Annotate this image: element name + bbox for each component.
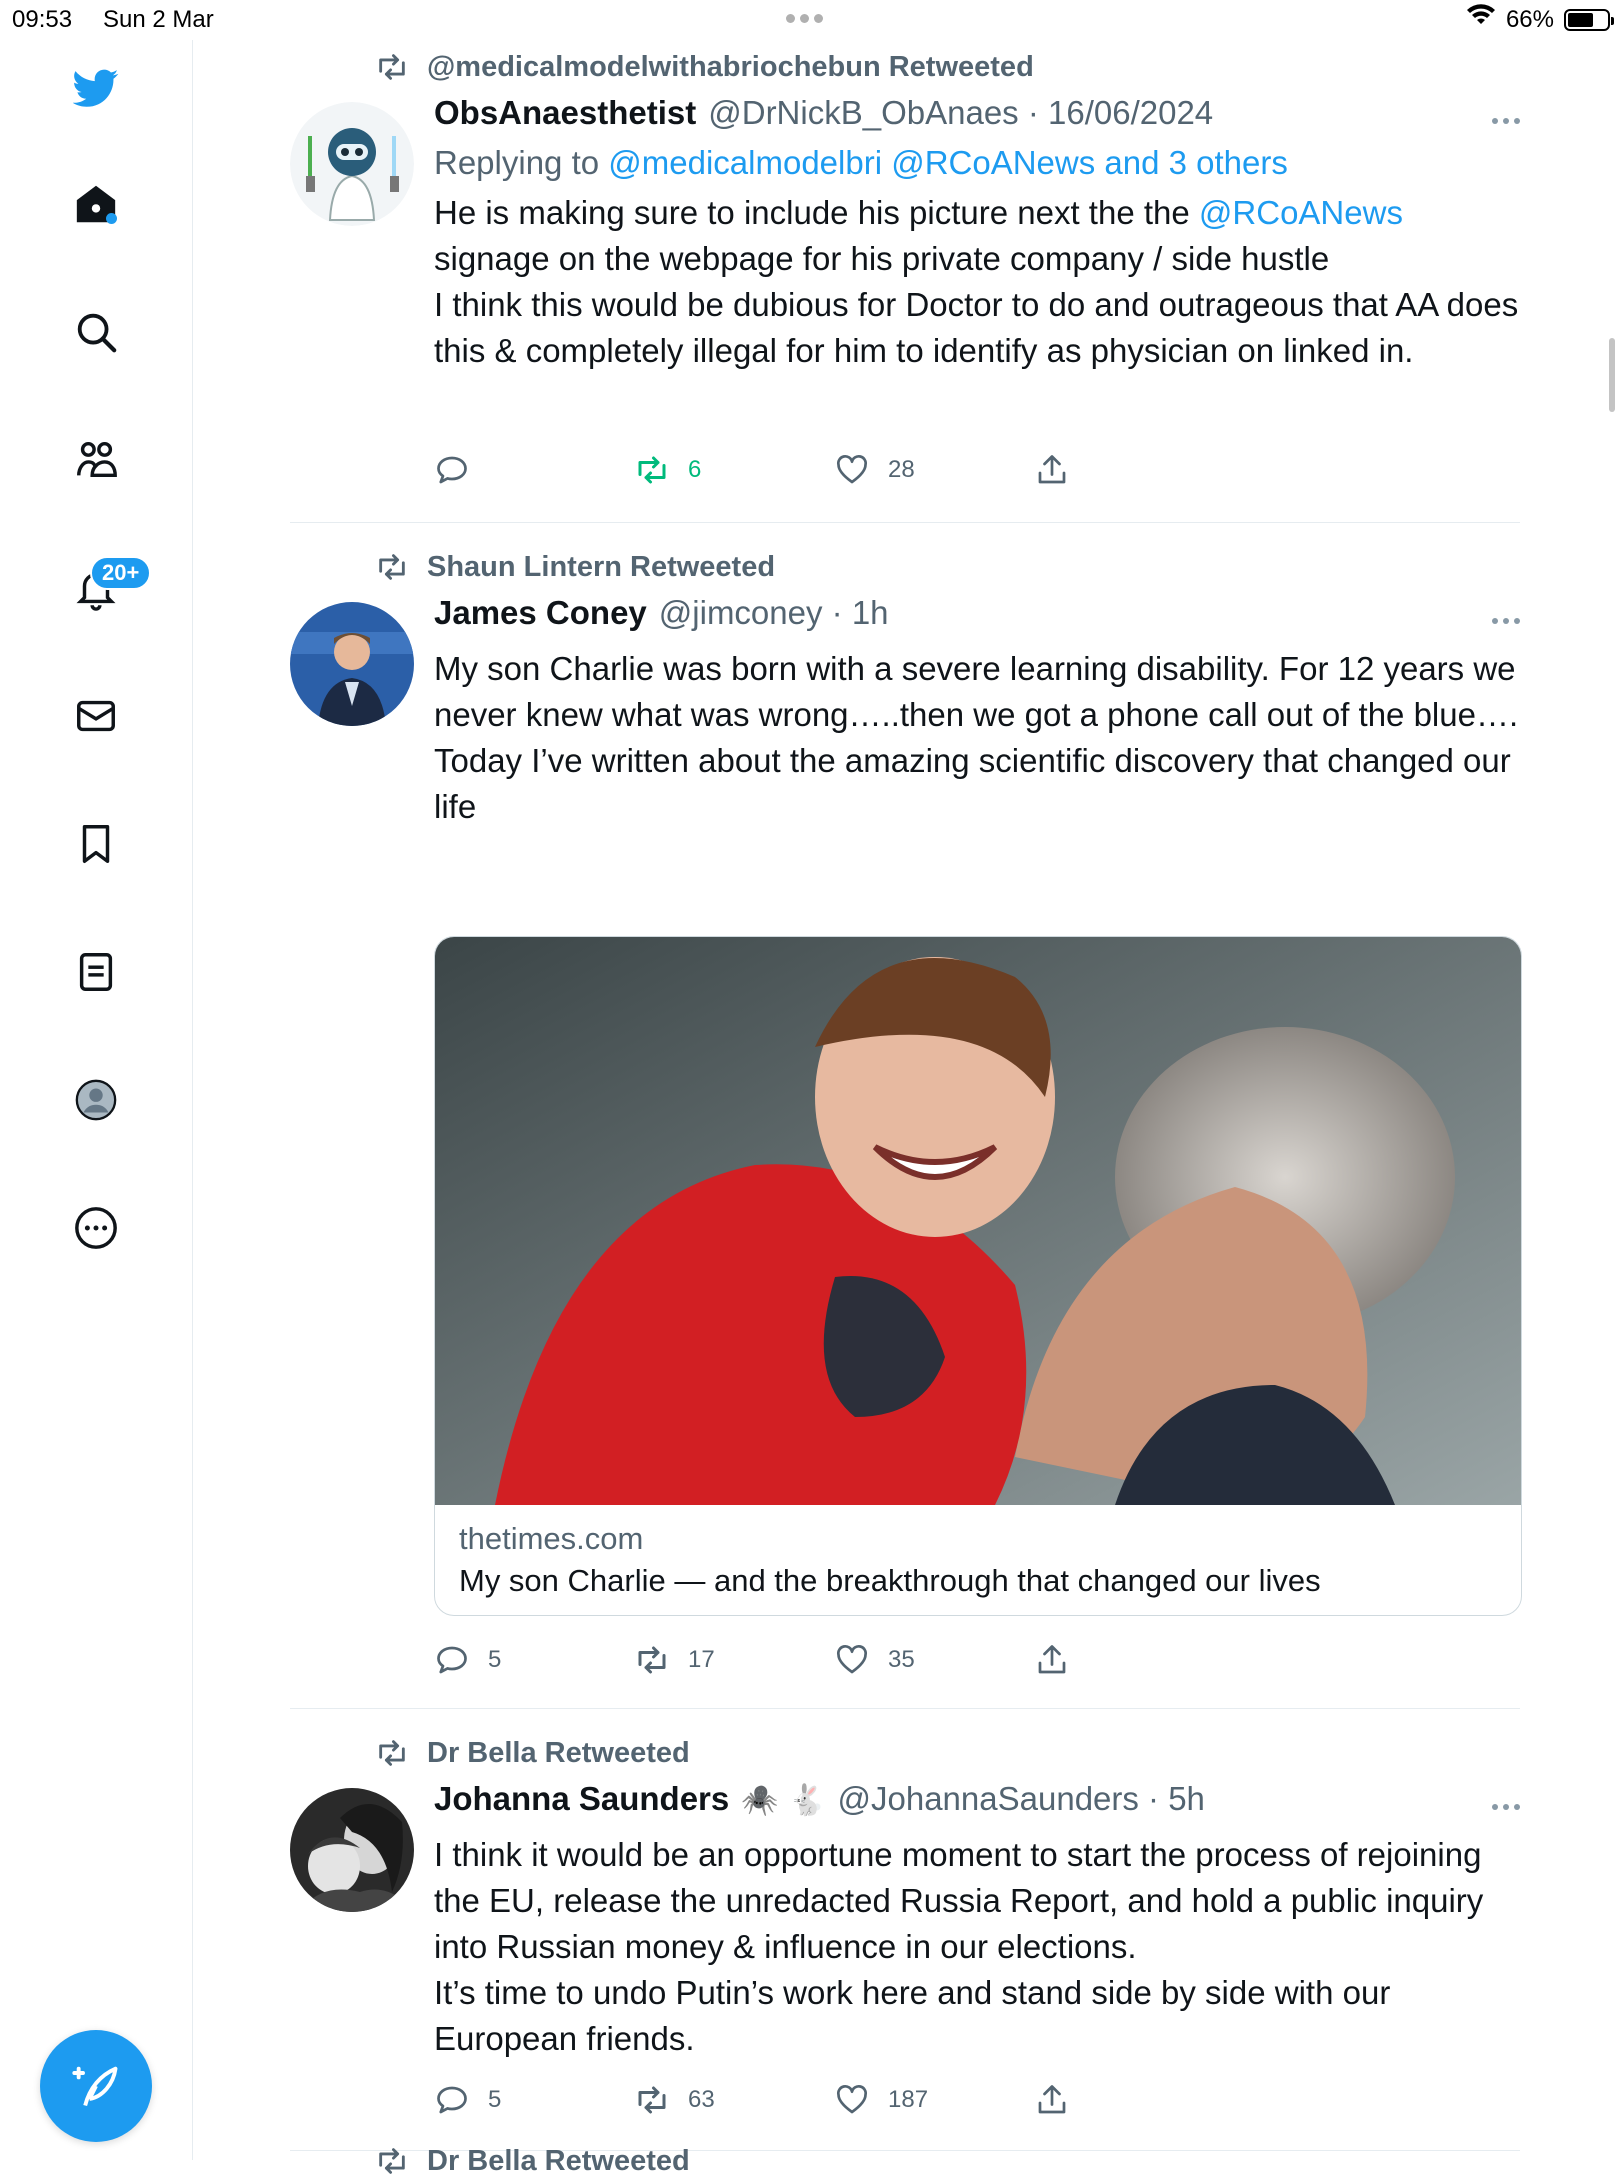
avatar[interactable]: [290, 602, 414, 726]
reply-icon: [437, 2086, 467, 2114]
share-button[interactable]: [1034, 1642, 1070, 1678]
like-count: 28: [888, 456, 915, 483]
retweet-icon: [638, 1646, 666, 1674]
mention-link[interactable]: @RCoANews: [1199, 194, 1403, 231]
divider: [290, 522, 1520, 523]
author-handle[interactable]: @jimconey · 1h: [659, 594, 889, 632]
retweet-button[interactable]: 63: [634, 2082, 715, 2118]
retweet-icon: [638, 2086, 666, 2114]
reply-count: 5: [488, 2086, 502, 2113]
retweeted-by: Dr Bella Retweeted: [427, 2144, 690, 2177]
tweet-text-part: signage on the webpage for his private c…: [434, 240, 1519, 369]
retweet-context[interactable]: @medicalmodelwithabriochebun Retweeted: [375, 50, 1034, 84]
lists-icon[interactable]: [70, 946, 122, 998]
retweet-icon: [379, 2148, 405, 2174]
author-handle[interactable]: @DrNickB_ObAnaes · 16/06/2024: [708, 94, 1213, 132]
like-button[interactable]: 35: [834, 1642, 915, 1678]
more-options-icon[interactable]: [70, 1202, 122, 1254]
replying-to-prefix: Replying to: [434, 144, 609, 181]
status-date: Sun 2 Mar: [103, 6, 214, 33]
search-icon[interactable]: [70, 306, 122, 358]
reply-button[interactable]: 5: [434, 2082, 501, 2118]
compose-tweet-button[interactable]: [40, 2030, 152, 2142]
replying-to-links[interactable]: @medicalmodelbri @RCoANews and 3 others: [608, 144, 1288, 181]
retweet-context[interactable]: Dr Bella Retweeted: [375, 1736, 690, 1770]
status-bar: 09:53 Sun 2 Mar 66%: [0, 0, 1620, 40]
retweet-button[interactable]: 17: [634, 1642, 715, 1678]
retweet-count: 17: [688, 1646, 715, 1673]
compose-feather-icon: [72, 2066, 118, 2107]
profile-avatar-icon[interactable]: [70, 1074, 122, 1126]
replying-to: Replying to @medicalmodelbri @RCoANews a…: [434, 144, 1288, 182]
like-count: 187: [888, 2086, 929, 2113]
communities-icon[interactable]: [70, 434, 122, 486]
sidebar: 20+: [0, 40, 193, 2160]
multitasking-dots-icon[interactable]: [786, 14, 823, 23]
author-name[interactable]: ObsAnaesthetist: [434, 94, 696, 132]
tweet-more-icon[interactable]: [1492, 1804, 1520, 1810]
author-name[interactable]: Johanna Saunders: [434, 1780, 729, 1818]
retweeted-by: Dr Bella Retweeted: [427, 1736, 690, 1769]
share-icon: [1038, 1645, 1066, 1674]
tweet-actions: 5 17 35: [434, 1642, 1134, 1682]
retweet-icon: [379, 1740, 405, 1766]
author-name[interactable]: James Coney: [434, 594, 647, 632]
divider: [290, 1708, 1520, 1709]
battery-percent: 66%: [1505, 5, 1554, 33]
share-icon: [1038, 455, 1066, 484]
share-icon: [1038, 2085, 1066, 2114]
share-button[interactable]: [1034, 2082, 1070, 2118]
retweet-count: 6: [688, 456, 702, 483]
share-button[interactable]: [1034, 452, 1070, 488]
tweet-more-icon[interactable]: [1492, 618, 1520, 624]
reply-button[interactable]: 5: [434, 1642, 501, 1678]
heart-icon: [837, 1645, 867, 1674]
bookmarks-icon[interactable]: [70, 818, 122, 870]
retweet-icon: [638, 456, 666, 484]
reply-button[interactable]: [434, 452, 488, 488]
retweet-context[interactable]: Dr Bella Retweeted: [375, 2144, 690, 2178]
twitter-logo-icon[interactable]: [70, 62, 122, 114]
like-button[interactable]: 28: [834, 452, 915, 488]
retweet-count: 63: [688, 2086, 715, 2113]
tweet-actions: 6 28: [434, 452, 1134, 492]
tweet-text: My son Charlie was born with a severe le…: [434, 650, 1519, 825]
author-name-emoji: 🕷️ 🐇: [741, 1783, 826, 1818]
retweeted-by: Shaun Lintern Retweeted: [427, 550, 776, 583]
tweet-text: He is making sure to include his picture…: [434, 190, 1524, 374]
scrollbar[interactable]: [1609, 338, 1615, 412]
tweet-text: I think it would be an opportune moment …: [434, 1836, 1484, 2057]
heart-icon: [837, 455, 867, 484]
tweet-text-part: He is making sure to include his picture…: [434, 194, 1199, 231]
link-card-domain: thetimes.com: [459, 1521, 644, 1556]
avatar[interactable]: [290, 1788, 414, 1912]
link-card-image: [435, 937, 1521, 1505]
like-count: 35: [888, 1646, 915, 1673]
status-time: 09:53: [12, 6, 73, 33]
tweet-actions: 5 63 187: [434, 2082, 1134, 2122]
avatar[interactable]: [290, 102, 414, 226]
link-card[interactable]: thetimes.com My son Charlie — and the br…: [434, 936, 1522, 1616]
retweet-button[interactable]: 6: [634, 452, 701, 488]
notifications-badge: 20+: [90, 556, 152, 590]
retweet-icon: [379, 54, 405, 80]
retweeted-by: @medicalmodelwithabriochebun Retweeted: [427, 50, 1034, 83]
messages-icon[interactable]: [70, 690, 122, 742]
reply-icon: [437, 456, 467, 484]
retweet-context[interactable]: Shaun Lintern Retweeted: [375, 550, 775, 584]
retweet-icon: [379, 554, 405, 580]
battery-icon: [1564, 8, 1614, 31]
reply-count: 5: [488, 1646, 502, 1673]
like-button[interactable]: 187: [834, 2082, 928, 2118]
link-card-title: My son Charlie — and the breakthrough th…: [459, 1563, 1321, 1598]
tweet-more-icon[interactable]: [1492, 118, 1520, 124]
reply-icon: [437, 1646, 467, 1674]
wifi-icon: [1466, 4, 1496, 35]
heart-icon: [837, 2085, 867, 2114]
author-handle[interactable]: @JohannaSaunders · 5h: [838, 1780, 1205, 1818]
home-unread-dot: [106, 213, 117, 224]
